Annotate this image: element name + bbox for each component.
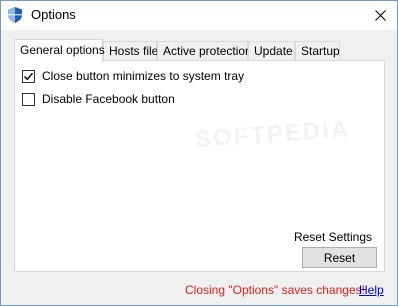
close-icon xyxy=(374,10,386,21)
tab-active-protection[interactable]: Active protection xyxy=(157,41,252,61)
checkmark-icon xyxy=(23,72,34,80)
option-disable-facebook[interactable]: Disable Facebook button xyxy=(22,91,175,107)
close-to-tray-label: Close button minimizes to system tray xyxy=(42,69,245,83)
tab-update[interactable]: Update xyxy=(248,41,295,61)
watermark: SOFTPEDIA xyxy=(194,115,352,154)
close-to-tray-checkbox[interactable] xyxy=(22,69,35,83)
reset-settings-label: Reset Settings xyxy=(293,230,372,244)
option-close-to-tray[interactable]: Close button minimizes to system tray xyxy=(22,68,244,84)
tab-hosts-file[interactable]: Hosts file xyxy=(103,41,158,61)
tab-startup[interactable]: Startup xyxy=(295,41,340,61)
title-bar: Options xyxy=(1,1,397,30)
tab-general-options[interactable]: General options xyxy=(14,39,105,62)
disable-facebook-label: Disable Facebook button xyxy=(42,92,175,106)
close-button[interactable] xyxy=(363,1,397,30)
options-window: Options General options Hosts file Activ… xyxy=(0,0,398,306)
general-options-panel: SOFTPEDIA Close button minimizes to syst… xyxy=(14,60,385,272)
reset-button[interactable]: Reset xyxy=(302,247,377,268)
save-notice: Closing "Options" saves changes! xyxy=(185,283,365,297)
help-link[interactable]: Help xyxy=(359,283,384,297)
shield-icon xyxy=(8,7,22,23)
window-title: Options xyxy=(31,7,76,22)
disable-facebook-checkbox[interactable] xyxy=(22,92,35,106)
